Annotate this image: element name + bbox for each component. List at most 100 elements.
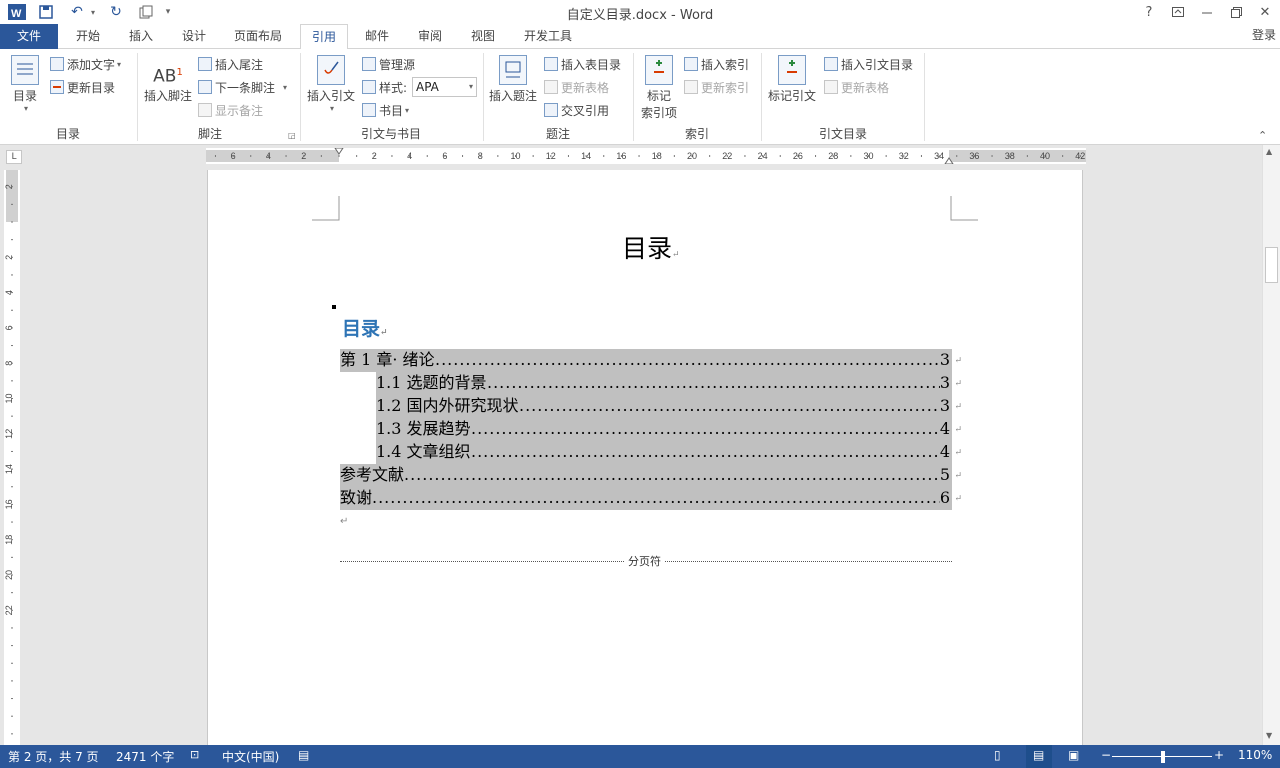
paragraph-mark: ↵ [954,425,962,435]
toc-entry-text: 1.2 国内外研究现状 [376,396,519,415]
tab-home[interactable]: 开始 [66,24,110,49]
footnote-icon: AB1 [153,66,183,87]
page-count[interactable]: 第 2 页，共 7 页 [8,748,99,765]
close-icon[interactable]: ✕ [1250,0,1280,24]
toc-entry[interactable]: 1.3 发展趋势................................… [340,418,962,441]
tab-mailings[interactable]: 邮件 [355,24,399,49]
scroll-thumb[interactable] [1265,247,1278,283]
tab-developer[interactable]: 开发工具 [516,24,580,49]
group-separator [924,53,925,141]
toc-entry[interactable]: 致谢......................................… [340,487,962,510]
read-mode-icon[interactable]: ▯ [994,748,1001,762]
insert-citation-button[interactable]: 插入引文 ▾ [305,55,357,113]
insert-toa-label: 插入引文目录 [841,57,914,72]
tab-insert[interactable]: 插入 [119,24,163,49]
insert-footnote-button[interactable]: AB1 插入脚注 [142,59,194,104]
mark-citation-icon [778,55,806,85]
mark-entry-button[interactable]: 标记 索引项 [638,55,680,121]
toc-entry-page: 6 [939,488,950,507]
show-notes-label: 显示备注 [215,103,264,118]
restore-icon[interactable] [1221,0,1251,24]
scroll-down-icon[interactable]: ▼ [1266,731,1272,740]
dialog-launcher-icon[interactable]: ◲ [288,131,296,140]
status-bar: 第 2 页，共 7 页 2471 个字 ⊡ 中文(中国) ▤ ▯ ▤ ▣ − +… [0,745,1280,768]
toc-entry[interactable]: 第 1 章· 绪论...............................… [340,349,962,372]
tab-design[interactable]: 设计 [172,24,216,49]
add-text-button[interactable]: 添加文字 ▾ [50,54,121,74]
toc-entry-text: 第 1 章· 绪论 [340,350,435,369]
show-notes-button[interactable]: 显示备注 [198,100,263,120]
group-label-index: 索引 [684,127,709,141]
scroll-up-icon[interactable]: ▲ [1266,147,1272,156]
tab-review[interactable]: 审阅 [408,24,452,49]
next-footnote-label: 下一条脚注 [215,80,276,95]
toc-entry-text: 1.4 文章组织 [376,442,471,461]
toc-entry-text: 1.1 选题的背景 [376,373,487,392]
zoom-out-icon[interactable]: − [1101,748,1111,762]
bibliography-label: 书目 [379,103,404,118]
style-icon [362,80,376,94]
insert-caption-button[interactable]: 插入题注 [488,55,538,104]
toc-entry[interactable]: 参考文献....................................… [340,464,962,487]
insert-table-of-figures-button[interactable]: 插入表目录 [544,54,621,74]
toc-button[interactable]: 目录 ▾ [6,55,44,113]
vertical-scrollbar[interactable]: ▲ ▼ [1262,145,1280,745]
insert-index-button[interactable]: 插入索引 [684,54,749,74]
toc-heading[interactable]: 目录↵ [342,314,388,341]
login-link[interactable]: 登录 [1252,26,1276,43]
show-notes-icon [198,103,212,117]
zoom-slider-thumb[interactable] [1161,751,1165,763]
toc-leader-dots: ........................................… [435,350,940,369]
collapse-ribbon-icon[interactable]: ⌃ [1258,129,1267,142]
vertical-ruler[interactable]: 2 2 4 6 8 10 12 14 16 18 20 22 [4,170,20,745]
cross-reference-label: 交叉引用 [561,103,610,118]
page-break-label: 分页符 [625,553,664,569]
toc-heading-text: 目录 [342,318,381,340]
mark-citation-button[interactable]: 标记引文 [766,55,818,104]
toc-entry[interactable]: 1.4 文章组织................................… [340,441,962,464]
update-toa-button[interactable]: 更新表格 [824,77,889,97]
next-footnote-icon [198,80,212,94]
citation-icon [317,55,345,85]
toc-leader-dots: ........................................… [487,373,940,392]
horizontal-ruler[interactable]: 6422468101214161820222426283032343638404… [206,147,1086,165]
page-title[interactable]: 目录↵ [622,229,680,265]
tab-selector-icon[interactable]: L [6,150,22,164]
web-layout-icon[interactable]: ▣ [1068,748,1079,762]
toc-entry[interactable]: 1.1 选题的背景...............................… [340,372,962,395]
insert-toa-button[interactable]: 插入引文目录 [824,54,913,74]
tab-view[interactable]: 视图 [461,24,505,49]
next-footnote-button[interactable]: 下一条脚注 ▾ [198,77,287,97]
paragraph-mark: ↵ [380,328,388,338]
zoom-in-icon[interactable]: + [1214,748,1224,762]
bibliography-icon [362,103,376,117]
proofing-icon[interactable]: ⊡ [190,748,199,761]
language-label[interactable]: 中文(中国) [222,748,279,765]
word-count[interactable]: 2471 个字 [116,748,174,765]
manage-sources-button[interactable]: 管理源 [362,54,415,74]
style-label-row: 样式: [362,77,407,97]
macro-record-icon[interactable]: ▤ [298,748,309,762]
tab-references[interactable]: 引用 [300,24,348,50]
insert-endnote-button[interactable]: 插入尾注 [198,54,263,74]
update-table-icon [544,80,558,94]
cross-reference-button[interactable]: 交叉引用 [544,100,609,120]
bibliography-button[interactable]: 书目 ▾ [362,100,409,120]
tab-file[interactable]: 文件 [0,24,58,49]
minimize-icon[interactable] [1192,0,1222,24]
ribbon-display-options-icon[interactable] [1163,0,1193,24]
paragraph-mark: ↵ [672,250,680,260]
update-toc-button[interactable]: 更新目录 [50,77,115,97]
chevron-down-icon: ▾ [283,82,288,92]
group-label-caption: 题注 [545,127,570,141]
tab-layout[interactable]: 页面布局 [226,24,290,49]
citation-style-select[interactable]: APA ▾ [412,77,477,97]
toc-entry[interactable]: 1.2 国内外研究现状.............................… [340,395,962,418]
update-index-button[interactable]: 更新索引 [684,77,749,97]
help-button[interactable]: ? [1134,0,1164,24]
insert-caption-label: 插入题注 [488,89,537,103]
toc-leader-dots: ........................................… [471,419,940,438]
zoom-level[interactable]: 110% [1238,748,1272,762]
print-layout-icon[interactable]: ▤ [1026,745,1052,768]
update-table-button[interactable]: 更新表格 [544,77,609,97]
